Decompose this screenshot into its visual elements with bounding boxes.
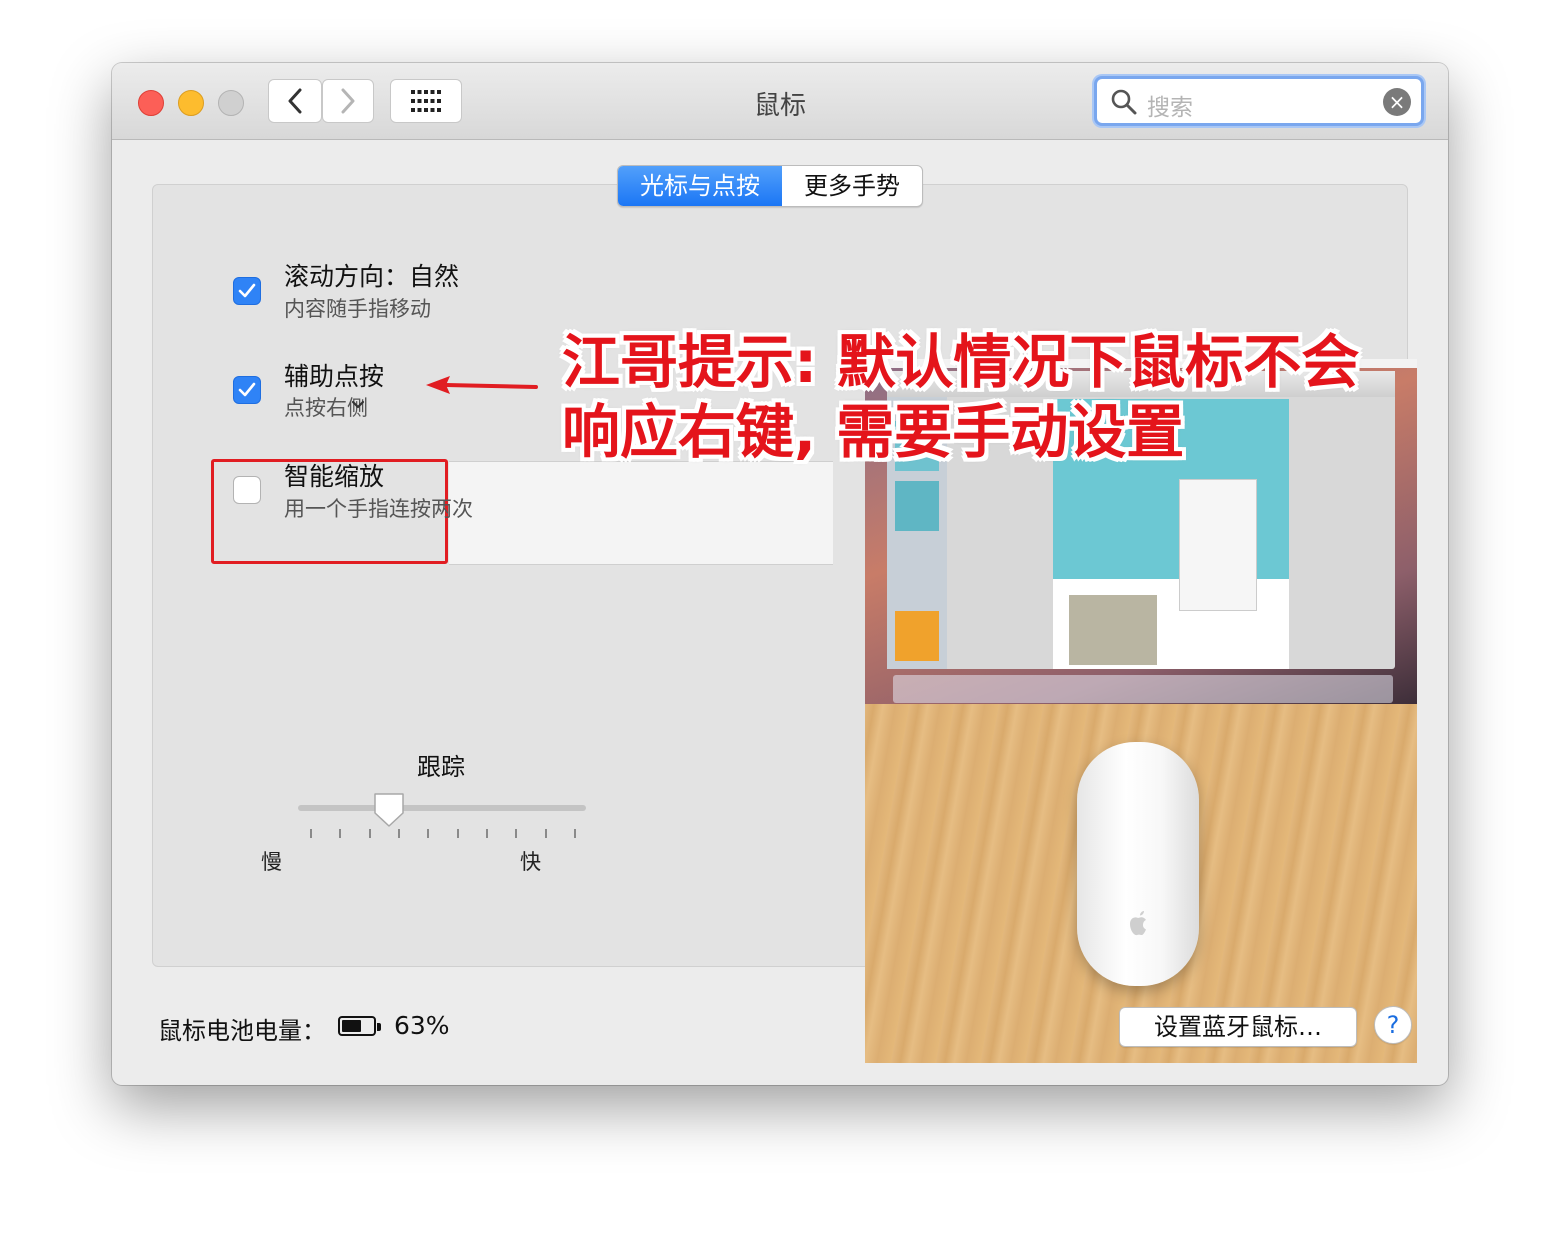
show-all-button[interactable] [390,79,462,123]
tab-point-click[interactable]: 光标与点按 [618,166,782,206]
battery-icon [338,1016,381,1036]
apple-logo-icon [1130,911,1146,936]
smart-zoom-label: 智能缩放 [284,462,385,491]
search-icon [1111,89,1137,115]
tracking-tick [368,829,371,838]
tracking-tick [544,829,547,838]
annotation-line-2: 响应右键, 需要手动设置 [562,398,1185,466]
option-row-background [449,461,833,565]
tab-bar: 光标与点按 更多手势 [617,165,923,207]
smart-zoom-sub: 用一个手指连按两次 [284,497,473,521]
tracking-tick [515,829,518,838]
forward-button[interactable] [322,79,374,123]
search-placeholder: 搜索 [1147,95,1193,121]
checkmark-icon [238,283,256,298]
tracking-tick [486,829,488,838]
tracking-tick [339,829,342,838]
close-button[interactable] [138,90,164,116]
tracking-slider-knob[interactable] [372,791,406,829]
tracking-tick [398,829,400,838]
tracking-tick [310,829,312,838]
annotation-arrow-icon [426,376,538,394]
preferences-window: 鼠标 搜索 × 滚动方向：自然 内容随手指移动 辅助点按 点按右侧 智能缩放 用… [112,63,1448,1085]
chevron-left-icon [288,88,302,114]
tracking-slow-label: 慢 [261,850,282,874]
tracking-tick [427,829,430,838]
back-button[interactable] [268,79,322,123]
search-field[interactable]: 搜索 × [1094,76,1424,126]
minimize-button[interactable] [178,90,204,116]
checkmark-icon [238,382,256,397]
battery-label: 鼠标电池电量： [158,1017,326,1045]
tracking-fast-label: 快 [520,850,541,874]
help-button[interactable]: ? [1374,1006,1412,1044]
annotation-line-1: 江哥提示: 默认情况下鼠标不会 [562,328,1360,396]
tracking-tick [574,829,576,838]
magic-mouse [1077,742,1199,986]
chevron-down-icon[interactable] [351,400,365,410]
clear-search-icon[interactable]: × [1383,88,1411,116]
setup-bluetooth-mouse-button[interactable]: 设置蓝牙鼠标… [1119,1007,1357,1047]
grid-icon [411,90,441,112]
window-title: 鼠标 [753,91,806,121]
natural-scroll-checkbox[interactable] [233,277,261,305]
smart-zoom-checkbox[interactable] [233,476,261,504]
settings-panel: 滚动方向：自然 内容随手指移动 辅助点按 点按右侧 智能缩放 用一个手指连按两次… [152,184,1417,1063]
chevron-right-icon [341,88,355,114]
battery-percent: 63% [394,1011,450,1040]
tracking-title: 跟踪 [417,753,465,781]
secondary-click-checkbox[interactable] [233,376,261,404]
tab-more-gestures[interactable]: 更多手势 [782,166,922,206]
tracking-tick [456,829,459,838]
tracking-slider-track[interactable] [298,805,586,811]
natural-scroll-label: 滚动方向：自然 [284,262,460,291]
title-bar: 鼠标 搜索 × [112,63,1448,140]
natural-scroll-sub: 内容随手指移动 [284,297,431,321]
secondary-click-label: 辅助点按 [284,362,385,391]
zoom-button[interactable] [218,90,244,116]
